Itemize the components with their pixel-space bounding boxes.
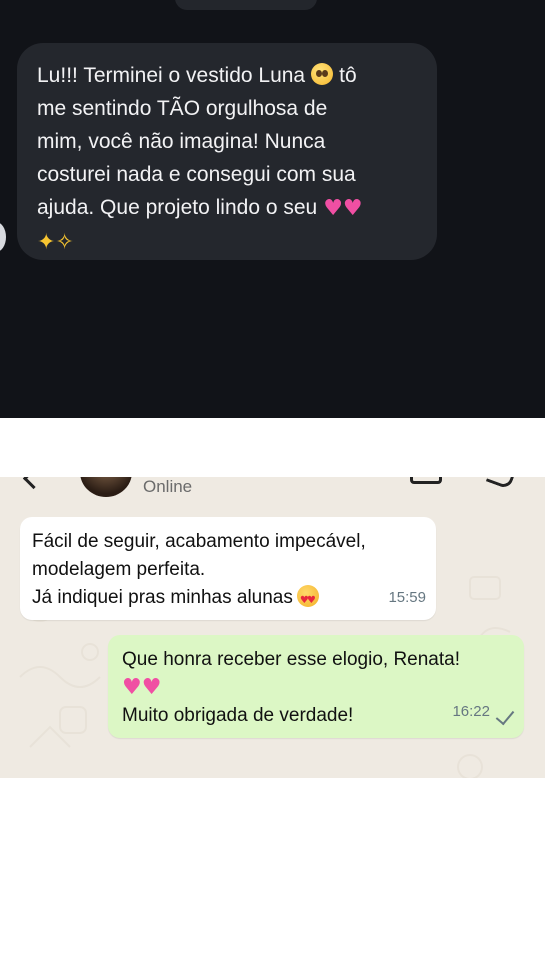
message-time: 15:59 (388, 589, 426, 606)
avatar-edge (0, 222, 6, 252)
pleading-face-icon (311, 63, 334, 86)
message-line: ✦✧ (37, 225, 417, 259)
message-line: Que honra receber esse elogio, Renata! (122, 649, 460, 670)
message-line: ajuda. Que projeto lindo o seu ♥♥ (37, 191, 417, 225)
message-line: modelagem perfeita. (32, 559, 206, 580)
chat-header: Online (0, 477, 545, 499)
two-hearts-icon: ♥♥ (323, 195, 363, 221)
message-line: costurei nada e consegui com sua (37, 163, 356, 186)
outgoing-message-bubble[interactable]: Que honra receber esse elogio, Renata! ♥… (108, 635, 524, 738)
heart-eyes-icon (296, 584, 319, 615)
two-hearts-icon: ♥♥ (122, 675, 162, 700)
phone-call-icon[interactable] (485, 477, 516, 490)
message-line: Lu!!! Terminei o vestido Luna tô (37, 63, 357, 87)
message-line: me sentindo TÃO orgulhosa de (37, 97, 328, 120)
incoming-message-bubble[interactable]: Fácil de seguir, acabamento impecável, m… (20, 517, 436, 620)
message-time: 16:22 (452, 703, 490, 720)
video-call-icon[interactable] (410, 477, 442, 484)
incoming-message-bubble[interactable]: Lu!!! Terminei o vestido Luna tô me senti… (17, 43, 437, 260)
whatsapp-chat-screenshot: Online Fácil de seguir, acabamento impec… (0, 477, 545, 778)
top-pill (175, 0, 317, 10)
message-line: Fácil de seguir, acabamento impecável, (32, 531, 366, 552)
contact-status: Online (143, 477, 193, 496)
back-arrow-icon[interactable] (22, 477, 45, 490)
sparkles-icon: ✦✧ (37, 229, 74, 255)
message-line: Já indiquei pras minhas alunas (32, 584, 424, 615)
message-line: mim, você não imagina! Nunca (37, 130, 326, 153)
contact-avatar[interactable] (80, 477, 132, 497)
dark-chat-screenshot: Lu!!! Terminei o vestido Luna tô me senti… (0, 0, 545, 418)
